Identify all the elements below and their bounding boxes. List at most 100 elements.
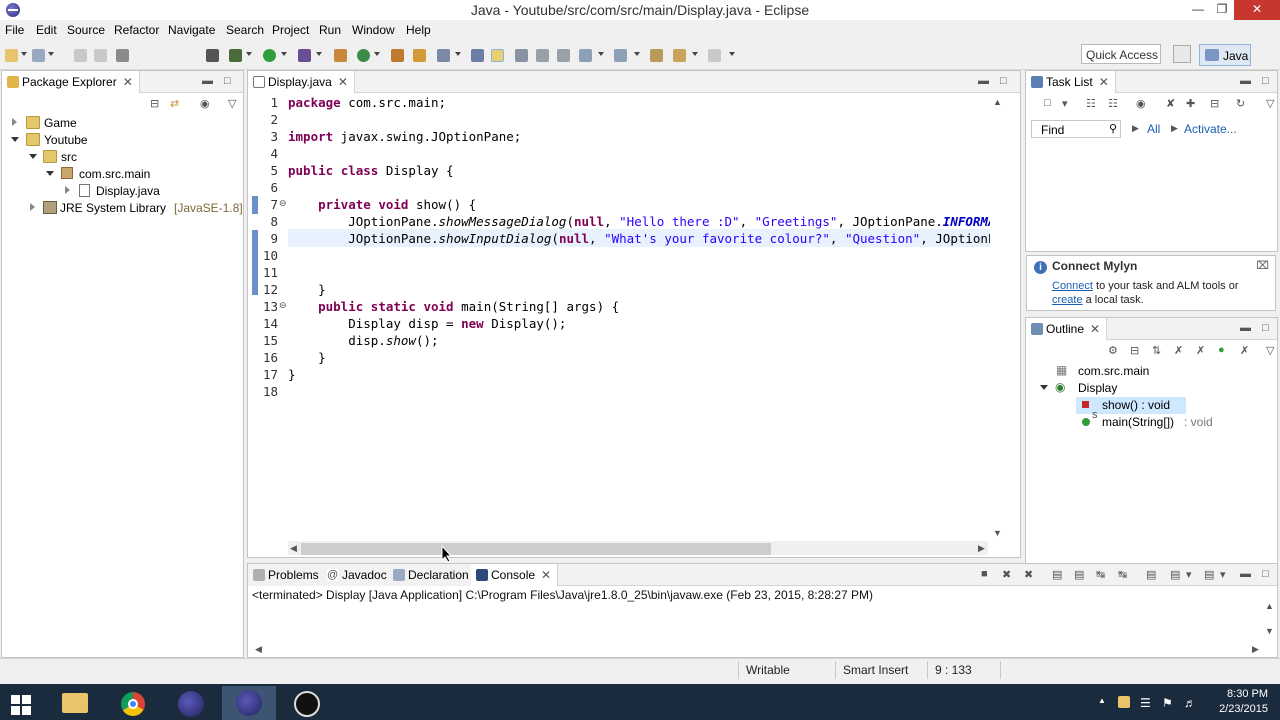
menu-project[interactable]: Project: [272, 23, 309, 37]
outline-item-package[interactable]: ▦ com.src.main: [1056, 363, 1256, 380]
chevron-down-icon[interactable]: [316, 52, 322, 56]
coverage-icon[interactable]: [298, 49, 311, 62]
minimize-icon[interactable]: ▬: [978, 75, 989, 87]
tree-item-package[interactable]: com.src.main: [45, 166, 225, 183]
maximize-icon[interactable]: □: [1262, 75, 1269, 87]
scroll-down-icon[interactable]: ▼: [1265, 626, 1274, 636]
minimize-icon[interactable]: ▬: [202, 75, 213, 87]
code-line[interactable]: }: [288, 282, 326, 297]
link-with-editor-icon[interactable]: ⇄: [170, 97, 179, 110]
menu-source[interactable]: Source: [67, 23, 105, 37]
chevron-down-icon[interactable]: [48, 52, 54, 56]
sort-icon[interactable]: ⚙: [1108, 344, 1118, 357]
volume-icon[interactable]: ♬: [1184, 696, 1196, 710]
back-icon[interactable]: [673, 49, 686, 62]
tree-item-jre[interactable]: JRE System Library [JavaSE-1.8]: [28, 200, 243, 217]
tree-item-display-java[interactable]: Display.java: [62, 183, 192, 200]
save-all-icon[interactable]: [94, 49, 107, 62]
search-icon[interactable]: [437, 49, 450, 62]
hide-completed-icon[interactable]: ✘: [1166, 97, 1175, 110]
collapse-all-icon[interactable]: ⊟: [1130, 344, 1139, 357]
close-icon[interactable]: ✕: [123, 75, 133, 89]
hide-static-icon[interactable]: ✗: [1174, 344, 1183, 357]
code-line[interactable]: public class Display {: [288, 163, 454, 178]
open-type-icon[interactable]: [391, 49, 404, 62]
skip-breakpoints-icon[interactable]: [206, 49, 219, 62]
java-perspective-button[interactable]: Java: [1199, 44, 1251, 66]
taskbar-eclipse-2[interactable]: [222, 686, 276, 720]
quick-access-input[interactable]: Quick Access: [1081, 44, 1161, 64]
focus-icon[interactable]: ◉: [1136, 97, 1146, 110]
minimize-icon[interactable]: ▬: [1240, 322, 1251, 334]
sync-changes-icon[interactable]: ↻: [1236, 97, 1245, 110]
tab-declaration[interactable]: Declaration: [388, 564, 476, 586]
scroll-up-icon[interactable]: ▲: [993, 97, 1002, 107]
menu-file[interactable]: File: [5, 23, 24, 37]
all-link[interactable]: All: [1147, 122, 1160, 136]
debug-icon[interactable]: [229, 49, 242, 62]
forward-icon[interactable]: [708, 49, 721, 62]
start-button[interactable]: [0, 686, 54, 720]
print-icon[interactable]: [116, 49, 129, 62]
toggle-annotation-icon[interactable]: [471, 49, 484, 62]
taskbar-obs[interactable]: [280, 686, 334, 720]
collapse-all-icon[interactable]: ⊟: [1210, 97, 1219, 110]
code-line[interactable]: }: [288, 350, 326, 365]
chevron-down-icon[interactable]: [29, 154, 37, 159]
show-on-output-icon[interactable]: ↹: [1118, 568, 1127, 581]
connect-link[interactable]: Connect: [1052, 280, 1093, 292]
taskbar-clock[interactable]: 8:30 PM 2/23/2015: [1219, 687, 1268, 717]
clear-console-icon[interactable]: ▤: [1052, 568, 1062, 581]
menu-help[interactable]: Help: [406, 23, 431, 37]
code-line[interactable]: JOptionPane.showMessageDialog(null, "Hel…: [288, 214, 990, 229]
code-line[interactable]: package com.src.main;: [288, 95, 446, 110]
view-menu-icon[interactable]: ▽: [228, 97, 236, 110]
close-icon[interactable]: ⌧: [1256, 259, 1269, 272]
show-whitespace-icon[interactable]: [536, 49, 549, 62]
toggle-block-icon[interactable]: [515, 49, 528, 62]
outline-item-class[interactable]: ◉ Display: [1038, 380, 1238, 397]
menu-refactor[interactable]: Refactor: [114, 23, 159, 37]
remove-all-icon[interactable]: ✖: [1024, 568, 1033, 581]
next-annotation-icon[interactable]: [579, 49, 592, 62]
chevron-down-icon[interactable]: [281, 52, 287, 56]
run-icon[interactable]: [263, 49, 276, 62]
external-tools-icon[interactable]: [334, 49, 347, 62]
chevron-down-icon[interactable]: [729, 52, 735, 56]
new-task-icon[interactable]: □: [1044, 97, 1051, 109]
tree-item-youtube[interactable]: Youtube: [10, 132, 230, 149]
chevron-down-icon[interactable]: [246, 52, 252, 56]
scroll-left-icon[interactable]: ◀: [290, 543, 297, 554]
chevron-up-icon[interactable]: ▲: [1098, 696, 1110, 708]
tab-console[interactable]: Console ✕: [471, 564, 559, 586]
terminate-icon[interactable]: ■: [981, 568, 988, 580]
display-console-icon[interactable]: ▤: [1170, 568, 1180, 581]
format-icon[interactable]: [557, 49, 570, 62]
scroll-down-icon[interactable]: ▼: [993, 528, 1002, 538]
scroll-right-icon[interactable]: ▶: [1252, 644, 1259, 655]
code-line[interactable]: }: [288, 367, 296, 382]
chevron-right-icon[interactable]: [65, 186, 70, 194]
scroll-left-icon[interactable]: ◀: [255, 644, 262, 655]
chevron-down-icon[interactable]: ▾: [1220, 568, 1226, 581]
hide-fields-icon[interactable]: ⇅: [1152, 344, 1161, 357]
tab-package-explorer[interactable]: Package Explorer ✕: [2, 71, 140, 93]
collapse-all-icon[interactable]: ⊟: [150, 97, 159, 110]
scheduled-icon[interactable]: ☷: [1108, 97, 1118, 110]
previous-annotation-icon[interactable]: [614, 49, 627, 62]
chevron-down-icon[interactable]: [692, 52, 698, 56]
maximize-icon[interactable]: □: [1262, 568, 1269, 580]
new-icon[interactable]: [5, 49, 18, 62]
view-menu-icon[interactable]: ▽: [1266, 97, 1274, 110]
task-find-input[interactable]: Find ⚲: [1031, 120, 1121, 138]
menu-search[interactable]: Search: [226, 23, 264, 37]
remove-launch-icon[interactable]: ✖: [1002, 568, 1011, 581]
chevron-down-icon[interactable]: [1040, 385, 1048, 390]
word-wrap-icon[interactable]: ↹: [1096, 568, 1105, 581]
flag-icon[interactable]: ⚑: [1162, 696, 1174, 710]
open-task-icon[interactable]: [413, 49, 426, 62]
taskbar-eclipse-1[interactable]: [164, 686, 218, 720]
taskbar-chrome[interactable]: [106, 686, 160, 720]
code-line[interactable]: JOptionPane.showInputDialog(null, "What'…: [288, 231, 990, 246]
scroll-up-icon[interactable]: ▲: [1265, 601, 1274, 611]
